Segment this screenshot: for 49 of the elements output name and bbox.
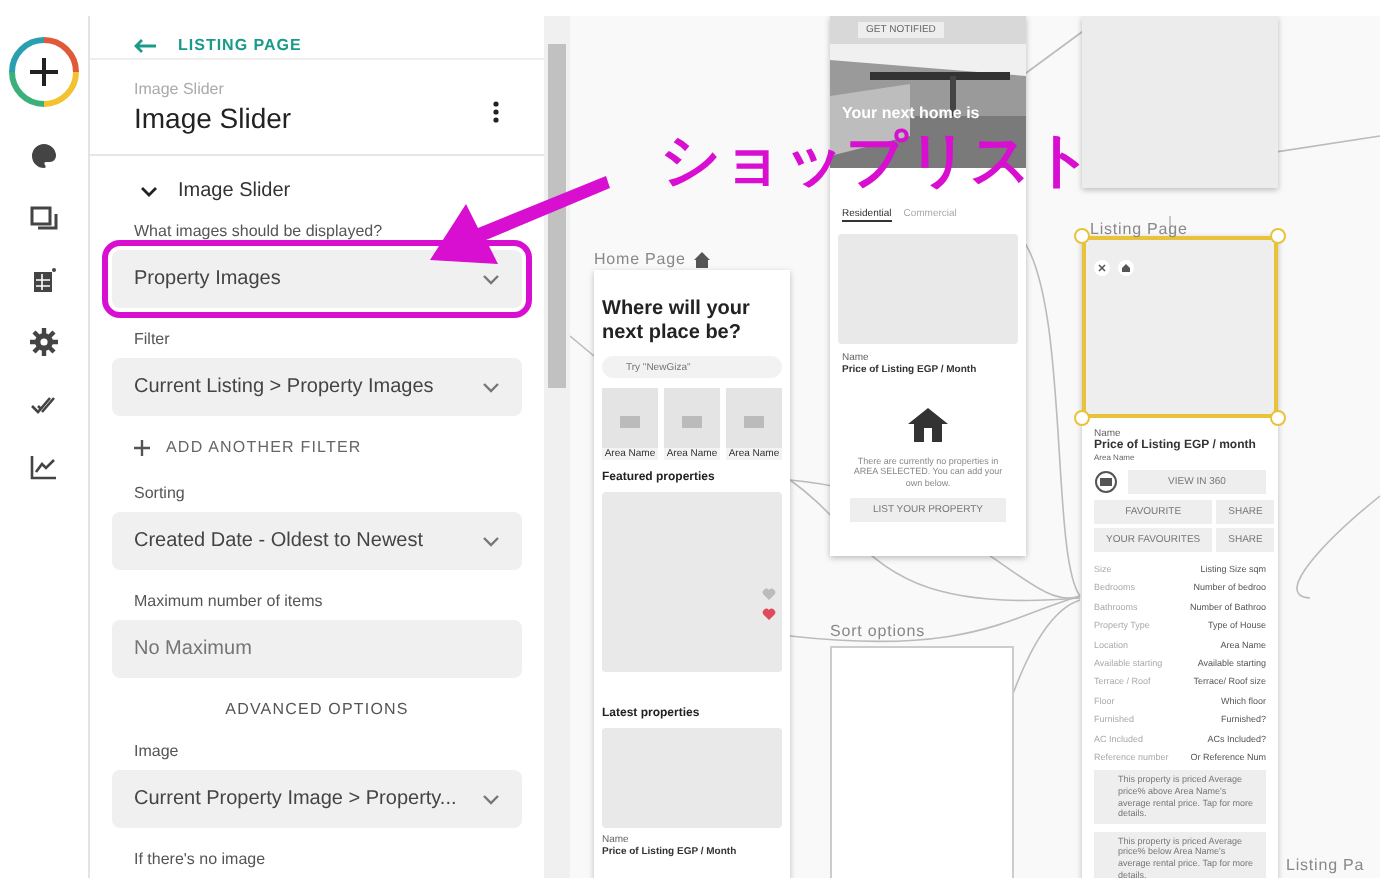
resize-handle[interactable] (1270, 410, 1286, 426)
dropdown[interactable]: Current Listing > Property Images (112, 358, 522, 416)
section-toggle[interactable]: Image Slider (112, 172, 522, 222)
image-placeholder-icon (726, 388, 782, 448)
add-button[interactable] (8, 36, 80, 108)
layers-icon[interactable] (30, 204, 58, 232)
home-icon (693, 251, 710, 267)
element-type: Image Slider (134, 80, 226, 98)
plus-icon (134, 439, 150, 455)
scrollbar-thumb[interactable] (548, 44, 566, 388)
resize-handle[interactable] (1270, 228, 1286, 244)
frame-label: Listing Pa (1286, 856, 1365, 874)
settings-icon[interactable] (30, 328, 58, 356)
field-label: Filter (132, 330, 172, 348)
element-title: Image Slider (134, 102, 292, 134)
resize-handle[interactable] (1074, 410, 1090, 426)
field-label: Image (132, 742, 181, 760)
close-icon[interactable] (1094, 260, 1110, 276)
scrollbar[interactable] (544, 16, 570, 878)
section-heading: ADVANCED OPTIONS (223, 700, 411, 718)
resize-handle[interactable] (1074, 228, 1090, 244)
dropdown[interactable]: Current Property Image > Property... (112, 770, 522, 828)
dropdown[interactable]: Created Date - Oldest to Newest (112, 512, 522, 570)
screen-headline: Where will your next place be? (600, 298, 752, 346)
more-icon[interactable] (492, 100, 500, 124)
input-field[interactable]: No Maximum (112, 620, 522, 678)
frame-label: Home Page (594, 250, 710, 268)
chevron-icon (140, 185, 158, 197)
frame-label: Sort options (830, 622, 925, 640)
chevron-down-icon (482, 381, 500, 393)
dropdown[interactable]: Property Images (112, 250, 522, 308)
back-arrow-icon (134, 37, 158, 53)
chevron-down-icon (482, 793, 500, 805)
home-icon[interactable] (1118, 260, 1134, 276)
add-filter-button[interactable]: ADD ANOTHER FILTER (112, 438, 522, 456)
chevron-down-icon (482, 535, 500, 547)
back-link[interactable]: LISTING PAGE (90, 16, 544, 58)
palette-icon[interactable] (30, 142, 58, 170)
image-placeholder-icon (602, 388, 658, 448)
chevron-down-icon (482, 273, 500, 285)
field-label: What images should be displayed? (132, 222, 385, 240)
field-label: Sorting (132, 484, 187, 502)
field-label: Maximum number of items (132, 592, 325, 610)
image-placeholder-icon (664, 388, 720, 448)
field-label: If there's no image (132, 850, 268, 868)
analytics-icon[interactable] (30, 452, 58, 480)
house-icon (906, 404, 950, 444)
hero-text: Your next home is (842, 104, 980, 124)
frame-label: Listing Page (1090, 220, 1188, 238)
